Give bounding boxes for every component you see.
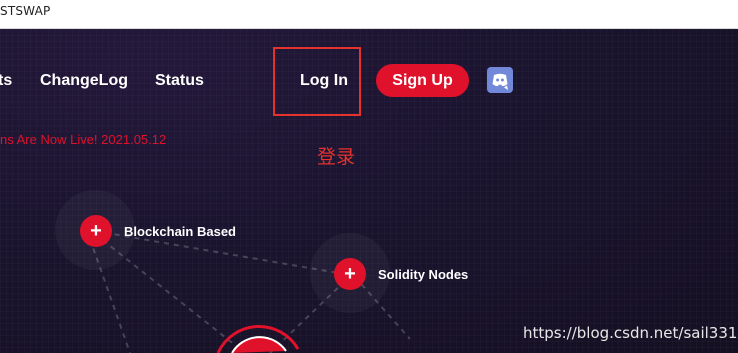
main-node-core: [231, 336, 287, 353]
plus-icon[interactable]: +: [334, 258, 366, 290]
hero-section: ts ChangeLog Status Log In Sign Up 登录 ns…: [0, 29, 738, 353]
watermark-text: https://blog.csdn.net/sail331x: [523, 324, 738, 342]
plus-icon[interactable]: +: [80, 215, 112, 247]
window-titlebar: STSWAP: [0, 0, 738, 29]
feature-label-solidity: Solidity Nodes: [378, 267, 469, 282]
feature-label-blockchain: Blockchain Based: [124, 224, 236, 239]
window-title: STSWAP: [0, 4, 51, 18]
